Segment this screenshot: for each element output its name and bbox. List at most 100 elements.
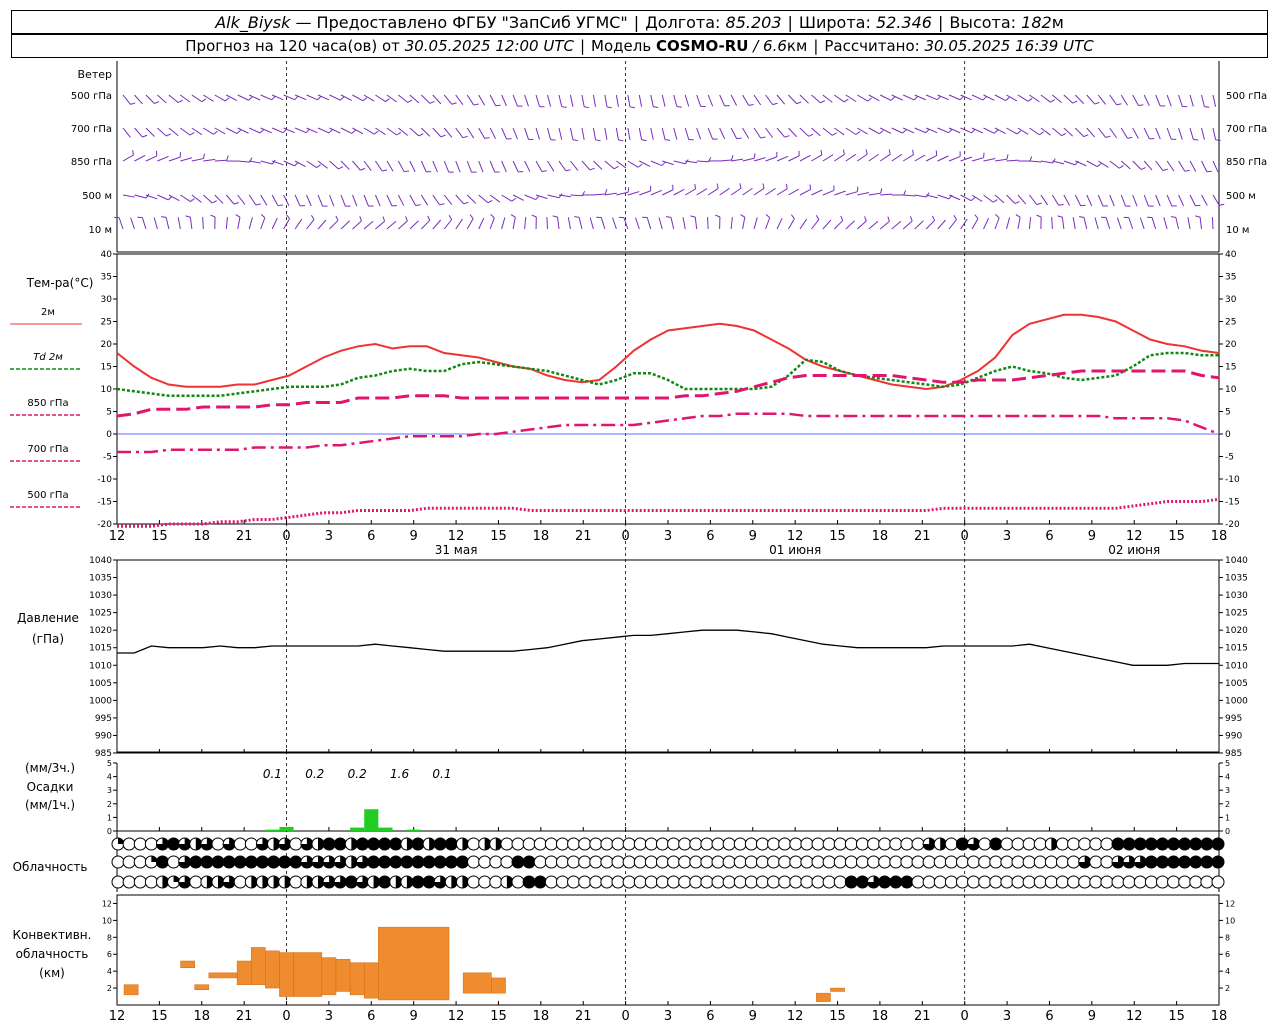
conv-cloud-bar bbox=[491, 977, 506, 994]
cloud-symbol bbox=[733, 837, 747, 851]
wind-barb-shaft bbox=[398, 220, 408, 230]
wind-barb-shaft bbox=[570, 194, 583, 197]
conv-x-label: 21 bbox=[236, 1009, 253, 1024]
wind-barb-shaft bbox=[130, 217, 135, 230]
wind-barb-shaft bbox=[765, 217, 771, 230]
wind-barb-flag bbox=[359, 216, 362, 222]
wind-barb-shaft bbox=[363, 160, 372, 171]
precip-unit-1h: (мм/1ч.) bbox=[25, 798, 75, 812]
conv-cloud-bar bbox=[279, 952, 294, 997]
wind-barb-shaft bbox=[1097, 127, 1107, 138]
pressure-tick-label-left: 1010 bbox=[89, 661, 112, 671]
cloud-symbol bbox=[422, 855, 436, 869]
cloud-symbol bbox=[733, 855, 747, 869]
wind-barb-shaft bbox=[1178, 160, 1186, 172]
wind-barb-shaft bbox=[765, 156, 777, 162]
wind-barb-shaft bbox=[639, 190, 651, 196]
wind-barb-shaft bbox=[926, 194, 938, 199]
wind-barb-shaft bbox=[845, 127, 857, 135]
cloud-symbol bbox=[367, 855, 381, 869]
wind-barb-shaft bbox=[673, 127, 678, 140]
cloud-symbol bbox=[289, 875, 303, 889]
cloud-symbol bbox=[522, 837, 536, 851]
wind-barb-shaft bbox=[1166, 194, 1173, 207]
cloud-symbol bbox=[1189, 837, 1203, 851]
cloud-symbol bbox=[522, 875, 536, 889]
cloud-symbol bbox=[700, 837, 714, 851]
wind-barb-shaft bbox=[1116, 217, 1122, 230]
wind-barb-shaft bbox=[145, 155, 158, 162]
wind-barb-shaft bbox=[983, 157, 996, 162]
wind-barb-flag bbox=[373, 130, 379, 135]
wind-barb-shaft bbox=[1143, 194, 1150, 207]
wind-barb-shaft bbox=[1052, 94, 1062, 104]
precip-tick-label-left: 3 bbox=[107, 786, 112, 795]
conv-x-label: 9 bbox=[410, 1009, 418, 1024]
wind-barb-shaft bbox=[788, 127, 798, 138]
wind-barb-flag bbox=[282, 128, 288, 134]
cloud-symbol bbox=[1200, 855, 1214, 869]
cloud-symbol bbox=[355, 837, 369, 851]
wind-barb-flag bbox=[912, 149, 914, 155]
wind-level-label-left: 700 гПа bbox=[71, 124, 112, 135]
wind-level-label-left: 500 гПа bbox=[71, 91, 112, 102]
cloud-symbol bbox=[1055, 837, 1069, 851]
cloud-symbol bbox=[789, 875, 803, 889]
wind-barb-shaft bbox=[443, 127, 453, 138]
wind-barb-shaft bbox=[696, 160, 709, 163]
temp-tick-label-right: 25 bbox=[1225, 318, 1236, 328]
wind-barb-flag bbox=[637, 163, 643, 168]
cloud-symbol bbox=[222, 855, 236, 869]
precip-tick-label-right: 2 bbox=[1225, 800, 1230, 809]
wind-barb-flag bbox=[316, 164, 321, 168]
wind-barb-shaft bbox=[811, 94, 821, 104]
temp-tick-label-right: -5 bbox=[1225, 453, 1234, 463]
wind-barb-flag bbox=[935, 150, 938, 156]
cloud-symbol bbox=[989, 875, 1003, 889]
precip-axis-title: Осадки bbox=[27, 780, 74, 794]
wind-barb-shaft bbox=[122, 154, 134, 162]
wind-barb-shaft bbox=[547, 94, 552, 107]
temp-x-label: 6 bbox=[706, 529, 714, 544]
cloud-symbol bbox=[800, 837, 814, 851]
wind-barb-flag bbox=[541, 170, 547, 172]
wind-barb-shaft bbox=[134, 155, 146, 162]
wind-barb-shaft bbox=[696, 94, 702, 107]
wind-barb-flag bbox=[715, 214, 721, 218]
wind-barb-shaft bbox=[374, 194, 381, 207]
cloud-symbol bbox=[911, 855, 925, 869]
temp-x-label: 0 bbox=[621, 529, 629, 544]
cloud-title: Облачность bbox=[13, 860, 88, 874]
wind-barb-flag bbox=[1057, 215, 1063, 218]
cloud-symbol bbox=[533, 875, 547, 889]
cloud-symbol bbox=[711, 855, 725, 869]
pressure-tick-label-left: 990 bbox=[95, 731, 112, 741]
cloud-symbol bbox=[544, 875, 558, 889]
wind-barb-flag bbox=[490, 214, 495, 219]
precip-value-label: 0.2 bbox=[305, 767, 324, 781]
wind-barb-flag bbox=[809, 184, 812, 190]
wind-barb-shaft bbox=[466, 218, 474, 230]
cloud-symbol bbox=[867, 837, 881, 851]
wind-barb-shaft bbox=[317, 219, 327, 230]
cloud-symbol bbox=[233, 837, 247, 851]
wind-barb-flag bbox=[328, 129, 333, 134]
wind-barb-shaft bbox=[134, 94, 143, 105]
temp-tick-label-right: 40 bbox=[1225, 250, 1237, 260]
wind-barb-flag bbox=[259, 129, 265, 134]
cloud-symbol bbox=[722, 837, 736, 851]
wind-barb-shaft bbox=[260, 194, 268, 206]
wind-barb-shaft bbox=[753, 127, 762, 139]
conv-x-label: 15 bbox=[1168, 1009, 1185, 1024]
wind-barb-shaft bbox=[742, 157, 755, 162]
cloud-symbol bbox=[622, 875, 636, 889]
wind-barb-flag bbox=[340, 96, 345, 101]
wind-barb-shaft bbox=[1040, 127, 1051, 136]
wind-barb-shaft bbox=[1040, 94, 1051, 103]
wind-barb-shaft bbox=[466, 194, 477, 204]
wind-barb-shaft bbox=[145, 94, 155, 104]
temp-x-label: 18 bbox=[1211, 529, 1228, 544]
cloud-symbol bbox=[644, 837, 658, 851]
cloud-symbol bbox=[167, 837, 181, 851]
wind-barb-shaft bbox=[600, 217, 606, 230]
